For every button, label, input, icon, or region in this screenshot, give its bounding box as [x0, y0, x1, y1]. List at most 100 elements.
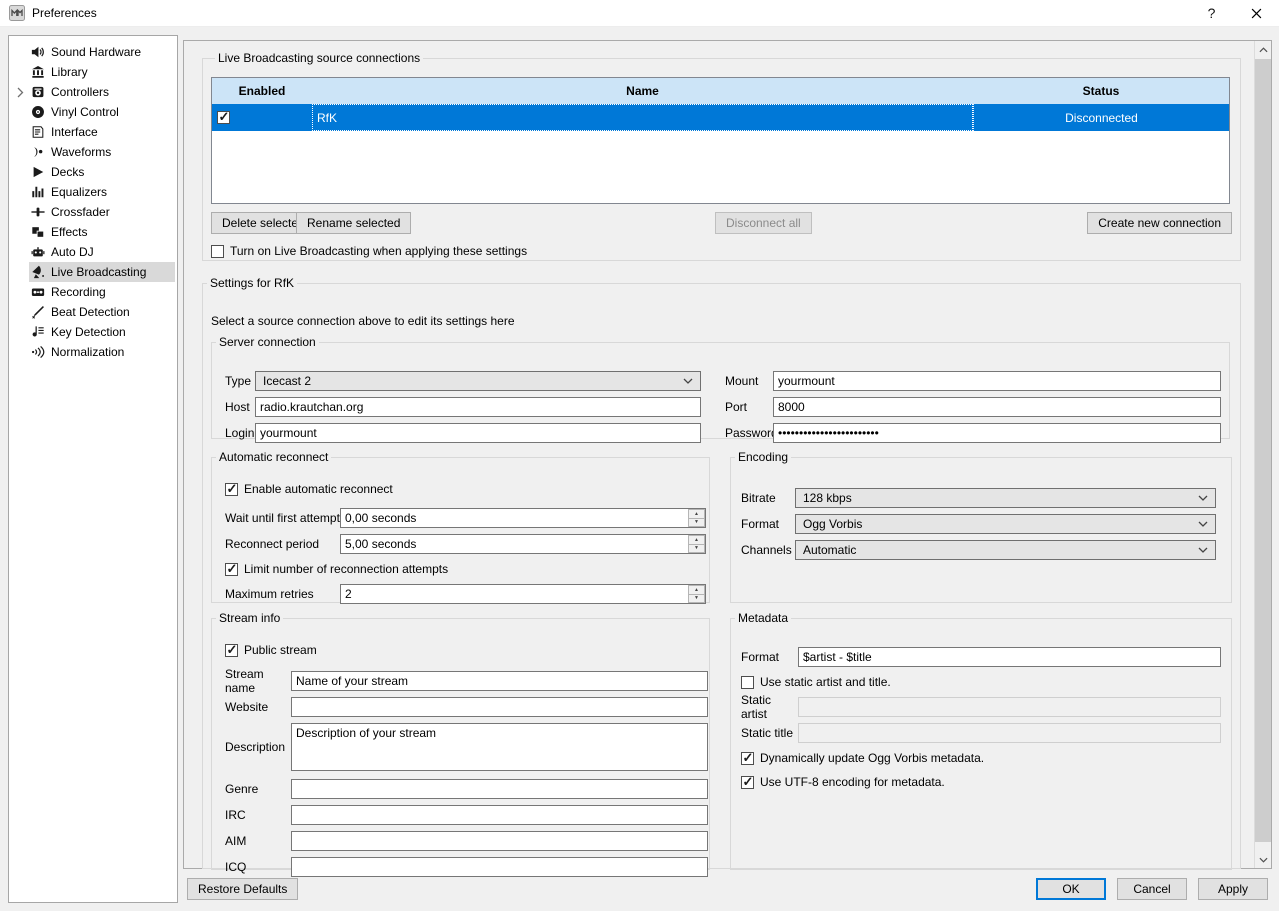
dynamically-update-metadata-checkbox[interactable]: Dynamically update Ogg Vorbis metadata. — [741, 751, 984, 765]
format-select[interactable]: Ogg Vorbis — [795, 514, 1216, 534]
spin-down-icon[interactable]: ▼ — [688, 545, 705, 554]
checkbox-label: Dynamically update Ogg Vorbis metadata. — [760, 751, 984, 765]
enabled-cell[interactable] — [212, 104, 312, 131]
disconnect-all-button[interactable]: Disconnect all — [715, 212, 812, 234]
bitrate-label: Bitrate — [741, 491, 795, 505]
sidebar-item-auto-dj[interactable]: Auto DJ — [29, 242, 175, 262]
table-row[interactable]: RfK Disconnected — [212, 104, 1229, 131]
sidebar-item-waveforms[interactable]: Waveforms — [29, 142, 175, 162]
rename-selected-button[interactable]: Rename selected — [296, 212, 411, 234]
reconnect-period-spinbox[interactable]: ▲ ▼ — [340, 534, 706, 554]
sidebar-item-equalizers[interactable]: Equalizers — [29, 182, 175, 202]
format-label: Format — [741, 517, 795, 531]
icq-input[interactable] — [291, 857, 708, 877]
row-enabled-checkbox[interactable] — [217, 111, 230, 124]
sidebar-item-normalization[interactable]: Normalization — [29, 342, 175, 362]
sidebar-item-sound-hardware[interactable]: Sound Hardware — [29, 42, 175, 62]
create-new-connection-button[interactable]: Create new connection — [1087, 212, 1232, 234]
spin-input[interactable] — [341, 509, 688, 527]
spin-up-icon[interactable]: ▲ — [688, 509, 705, 519]
type-select[interactable]: Icecast 2 — [255, 371, 701, 391]
close-button[interactable] — [1234, 0, 1279, 26]
enable-automatic-reconnect-checkbox[interactable]: Enable automatic reconnect — [225, 482, 393, 496]
sidebar-item-interface[interactable]: Interface — [29, 122, 175, 142]
checkbox-box[interactable] — [211, 245, 224, 258]
sidebar-item-crossfader[interactable]: Crossfader — [29, 202, 175, 222]
spin-up-icon[interactable]: ▲ — [688, 585, 705, 595]
checkbox-box[interactable] — [741, 676, 754, 689]
use-static-artist-title-checkbox[interactable]: Use static artist and title. — [741, 675, 891, 689]
checkbox-box[interactable] — [225, 644, 238, 657]
chevron-down-icon — [1198, 547, 1208, 553]
maximum-retries-spinbox[interactable]: ▲ ▼ — [340, 584, 706, 604]
genre-input[interactable] — [291, 779, 708, 799]
column-header-status[interactable]: Status — [973, 78, 1229, 104]
cancel-button[interactable]: Cancel — [1117, 878, 1187, 900]
library-icon — [29, 64, 46, 80]
equalizer-icon — [29, 184, 46, 200]
metadata-format-input[interactable] — [798, 647, 1221, 667]
restore-defaults-button[interactable]: Restore Defaults — [187, 878, 298, 900]
metadata-format-label: Format — [741, 650, 798, 664]
title-bar[interactable]: Preferences ? — [0, 0, 1279, 27]
irc-input[interactable] — [291, 805, 708, 825]
aim-input[interactable] — [291, 831, 708, 851]
chevron-down-icon — [1198, 521, 1208, 527]
turn-on-broadcasting-checkbox[interactable]: Turn on Live Broadcasting when applying … — [211, 244, 1232, 258]
spin-input[interactable] — [341, 535, 688, 553]
sidebar-item-label: Interface — [51, 125, 98, 139]
sidebar-item-vinyl-control[interactable]: Vinyl Control — [29, 102, 175, 122]
robot-icon — [29, 244, 46, 260]
bitrate-select[interactable]: 128 kbps — [795, 488, 1216, 508]
port-input[interactable] — [773, 397, 1221, 417]
sidebar-item-live-broadcasting[interactable]: Live Broadcasting — [29, 262, 175, 282]
stream-name-input[interactable] — [291, 671, 708, 691]
sidebar-item-beat-detection[interactable]: Beat Detection — [29, 302, 175, 322]
wait-until-first-attempt-spinbox[interactable]: ▲ ▼ — [340, 508, 706, 528]
static-artist-label: Static artist — [741, 693, 798, 721]
login-input[interactable] — [255, 423, 701, 443]
sidebar-item-label: Key Detection — [51, 325, 126, 339]
sidebar-item-effects[interactable]: Effects — [29, 222, 175, 242]
spin-down-icon[interactable]: ▼ — [688, 595, 705, 604]
scroll-up-icon[interactable] — [1255, 41, 1271, 58]
checkbox-box[interactable] — [741, 752, 754, 765]
utf8-metadata-checkbox[interactable]: Use UTF-8 encoding for metadata. — [741, 775, 945, 789]
channels-select[interactable]: Automatic — [795, 540, 1216, 560]
sidebar-item-label: Crossfader — [51, 205, 110, 219]
checkbox-box[interactable] — [225, 483, 238, 496]
server-connection-group: Server connection Type Icecast 2 Host Lo… — [211, 335, 1230, 439]
sidebar-item-controllers[interactable]: Controllers — [29, 82, 175, 102]
scrollbar-thumb[interactable] — [1255, 59, 1271, 842]
checkbox-box[interactable] — [225, 563, 238, 576]
password-input[interactable] — [773, 423, 1221, 443]
ok-button[interactable]: OK — [1036, 878, 1106, 900]
column-header-name[interactable]: Name — [312, 78, 973, 104]
column-header-enabled[interactable]: Enabled — [212, 78, 312, 104]
sidebar-item-recording[interactable]: Recording — [29, 282, 175, 302]
public-stream-checkbox[interactable]: Public stream — [225, 643, 317, 657]
sidebar-item-label: Effects — [51, 225, 87, 239]
vertical-scrollbar[interactable] — [1254, 41, 1271, 868]
genre-label: Genre — [225, 782, 291, 796]
apply-button[interactable]: Apply — [1198, 878, 1268, 900]
scroll-down-icon[interactable] — [1255, 851, 1271, 868]
sidebar-item-library[interactable]: Library — [29, 62, 175, 82]
expand-chevron-icon[interactable] — [14, 86, 26, 98]
status-cell[interactable]: Disconnected — [973, 104, 1229, 131]
host-input[interactable] — [255, 397, 701, 417]
description-textarea[interactable]: Description of your stream — [291, 723, 708, 771]
spin-down-icon[interactable]: ▼ — [688, 519, 705, 528]
mount-input[interactable] — [773, 371, 1221, 391]
spin-input[interactable] — [341, 585, 688, 603]
limit-reconnection-attempts-checkbox[interactable]: Limit number of reconnection attempts — [225, 562, 448, 576]
name-cell[interactable]: RfK — [312, 104, 973, 131]
spin-up-icon[interactable]: ▲ — [688, 535, 705, 545]
website-input[interactable] — [291, 697, 708, 717]
help-button[interactable]: ? — [1189, 0, 1234, 26]
sidebar-item-key-detection[interactable]: Key Detection — [29, 322, 175, 342]
checkbox-box[interactable] — [741, 776, 754, 789]
settings-for-connection-group: Settings for RfK Select a source connect… — [202, 276, 1241, 869]
vinyl-icon — [29, 104, 46, 120]
sidebar-item-decks[interactable]: Decks — [29, 162, 175, 182]
